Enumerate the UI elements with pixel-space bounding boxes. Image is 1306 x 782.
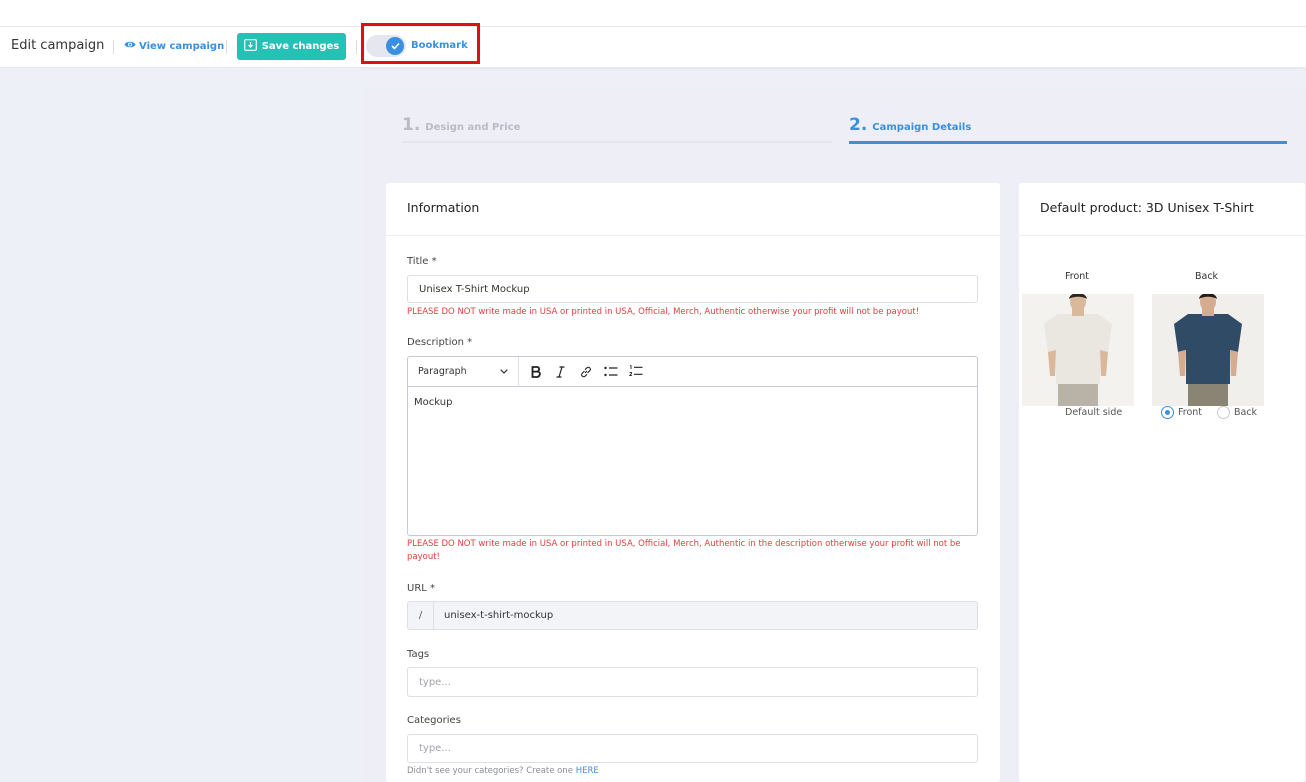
front-radio-label: Front [1178,407,1203,418]
link-icon [580,366,591,377]
step-label: Campaign Details [872,122,972,133]
save-changes-button[interactable]: Save changes [237,33,346,60]
page-title: Edit campaign [11,38,105,53]
back-radio[interactable] [1217,406,1230,419]
bullet-list-icon [603,366,617,377]
bold-button[interactable] [523,357,548,387]
bold-icon [531,365,541,378]
numbered-list-button[interactable] [623,357,648,387]
url-value: unisex-t-shirt-mockup [444,610,554,621]
front-radio[interactable] [1161,406,1174,419]
left-panel [0,68,362,782]
bookmark-label[interactable]: Bookmark [411,40,468,51]
radio-front-option[interactable]: Front [1161,406,1202,419]
url-label: URL * [407,583,436,594]
italic-button[interactable] [548,357,573,387]
title-input[interactable]: Unisex T-Shirt Mockup [407,275,978,303]
radio-back-option[interactable]: Back [1217,406,1257,419]
description-warning: PLEASE DO NOT write made in USA or print… [407,539,961,562]
tags-input[interactable]: type... [407,667,978,697]
default-product-heading: Default product: 3D Unisex T-Shirt [1019,183,1305,236]
url-prefix: / [408,602,434,629]
numbered-list-icon [628,365,642,377]
categories-input[interactable]: type... [407,734,978,763]
back-product-image[interactable] [1152,294,1264,406]
trousers [1188,382,1228,406]
editor-toolbar: Paragraph [408,356,977,387]
chevron-down-icon [500,369,508,374]
title-value: Unisex T-Shirt Mockup [419,283,530,295]
information-heading: Information [386,183,1000,236]
save-icon [243,39,257,54]
description-editor: Paragraph Mockup [407,356,978,536]
back-column-title: Back [1195,271,1219,282]
eye-icon [124,40,136,52]
description-text-area[interactable]: Mockup [408,387,977,418]
default-side-label: Default side [1065,407,1123,418]
categories-hint-text: Didn't see your categories? Create one [407,766,573,776]
save-changes-label: Save changes [261,41,340,52]
trousers [1058,382,1098,406]
tags-placeholder: type... [419,676,451,688]
view-campaign-link[interactable]: View campaign [124,40,224,52]
categories-placeholder: type... [419,743,451,754]
step-design-and-price[interactable]: 1. Design and Price [402,115,520,135]
tags-label: Tags [407,649,430,660]
toolbar-divider [226,40,227,54]
italic-icon [556,365,565,378]
create-category-link[interactable]: HERE [576,766,599,776]
top-blank-bar [0,0,1306,27]
link-button[interactable] [573,357,598,387]
step-campaign-details[interactable]: 2. Campaign Details [849,115,971,135]
toolbar-divider [356,40,357,54]
toggle-knob [386,37,404,55]
paragraph-select[interactable]: Paragraph [408,356,519,387]
toolbar-divider [113,40,114,54]
back-radio-label: Back [1234,407,1258,418]
paragraph-select-value: Paragraph [418,366,467,377]
front-column-title: Front [1065,271,1090,282]
url-input[interactable]: / unisex-t-shirt-mockup [407,601,978,630]
check-icon [390,42,400,50]
title-label: Title * [407,256,437,267]
description-value: Mockup [414,397,453,408]
description-label: Description * [407,337,473,348]
categories-hint: Didn't see your categories? Create one H… [407,766,599,776]
front-product-image[interactable] [1022,294,1134,406]
default-product-card: Default product: 3D Unisex T-Shirt [1019,183,1305,782]
step-label: Design and Price [425,122,521,133]
title-warning: PLEASE DO NOT write made in USA or print… [407,307,920,317]
campaign-toolbar: Edit campaign View campaign Save changes [0,27,1306,67]
step-indicator-line [402,141,832,143]
step-number: 2. [849,115,868,135]
step-number: 1. [402,115,421,135]
bullet-list-button[interactable] [598,357,623,387]
bookmark-toggle[interactable] [366,35,406,57]
categories-label: Categories [407,715,461,726]
view-campaign-label: View campaign [139,40,225,52]
step-active-indicator [849,141,1287,144]
